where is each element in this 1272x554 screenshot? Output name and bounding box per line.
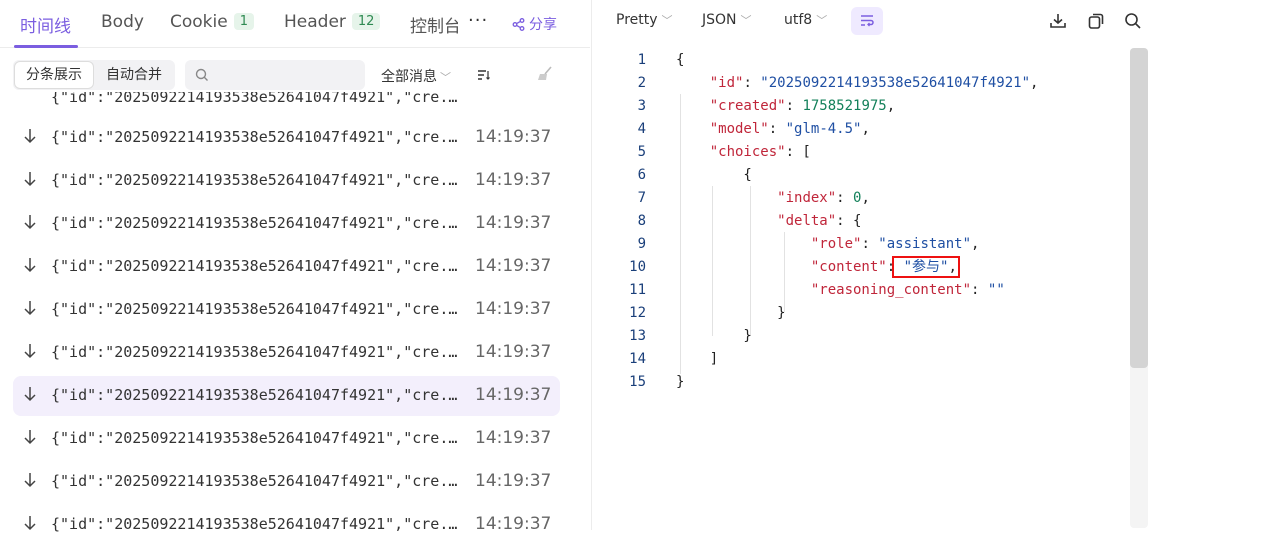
message-time: 14:19:37	[475, 471, 552, 491]
message-text: {"id":"2025092214193538e52641047f4921","…	[51, 92, 461, 106]
tab-body[interactable]: Body	[101, 12, 144, 32]
list-item[interactable]: {"id":"2025092214193538e52641047f4921","…	[13, 462, 560, 502]
chevron-down-icon: ﹀	[440, 71, 451, 84]
message-text: {"id":"2025092214193538e52641047f4921","…	[51, 343, 461, 361]
more-tabs-button[interactable]: ···	[468, 10, 488, 31]
wrap-lines-icon	[861, 15, 874, 27]
json-index-value: 0	[853, 190, 862, 206]
list-item[interactable]: {"id":"2025092214193538e52641047f4921","…	[13, 333, 560, 373]
search-box	[185, 60, 365, 90]
response-viewer: Pretty ﹀ JSON ﹀ utf8 ﹀ 1{ 2 "id": "20250922…	[592, 0, 1272, 554]
scrollbar-thumb[interactable]	[1130, 48, 1148, 368]
message-filter-select[interactable]: 全部消息 ﹀	[381, 66, 451, 86]
list-item[interactable]: {"id":"2025092214193538e52641047f4921","…	[13, 161, 560, 201]
arrow-down-icon	[24, 172, 36, 187]
tab-timeline[interactable]: 时间线	[20, 12, 71, 37]
arrow-down-icon	[24, 129, 36, 144]
list-item[interactable]: {"id":"2025092214193538e52641047f4921","…	[13, 204, 560, 244]
type-label: JSON	[702, 12, 737, 28]
clear-broom-icon[interactable]	[536, 66, 554, 82]
arrow-down-icon	[24, 301, 36, 316]
tab-bar: 时间线 Body Cookie 1 Header 12 控制台 ··· 分享	[0, 0, 590, 48]
timeline-toolbar: 分条展示 自动合并 全部消息 ﹀	[0, 56, 590, 92]
arrow-down-icon	[24, 387, 36, 402]
split-view-button[interactable]: 分条展示	[15, 62, 93, 88]
chevron-down-icon: ﹀	[661, 14, 673, 27]
encoding-label: utf8	[784, 12, 813, 28]
message-list: {"id":"2025092214193538e52641047f4921","…	[0, 92, 590, 532]
message-text: {"id":"2025092214193538e52641047f4921","…	[51, 128, 461, 146]
message-time: 14:19:37	[475, 213, 552, 233]
type-select[interactable]: JSON ﹀	[702, 12, 752, 28]
message-text: {"id":"2025092214193538e52641047f4921","…	[51, 472, 461, 490]
tab-header-label: Header	[284, 12, 346, 32]
timeline-panel: 时间线 Body Cookie 1 Header 12 控制台 ··· 分享 分条展…	[0, 0, 590, 554]
list-item[interactable]: {"id":"2025092214193538e52641047f4921","…	[13, 419, 560, 459]
arrow-down-icon	[24, 215, 36, 230]
search-icon[interactable]	[1124, 12, 1142, 30]
copy-icon[interactable]	[1087, 12, 1105, 30]
message-time: 14:19:37	[475, 127, 552, 147]
tab-console[interactable]: 控制台	[410, 12, 458, 37]
message-time: 14:19:37	[475, 342, 552, 362]
json-content-value: 参与	[912, 259, 941, 275]
message-text: {"id":"2025092214193538e52641047f4921","…	[51, 429, 461, 447]
json-code-view[interactable]: 1{ 2 "id": "2025092214193538e52641047f49…	[592, 48, 1132, 390]
format-label: Pretty	[616, 12, 658, 28]
search-icon	[195, 68, 208, 81]
active-tab-indicator	[14, 45, 78, 48]
auto-merge-button[interactable]: 自动合并	[95, 62, 173, 88]
message-text: {"id":"2025092214193538e52641047f4921","…	[51, 300, 461, 318]
message-text: {"id":"2025092214193538e52641047f4921","…	[51, 257, 461, 275]
json-id-value: 2025092214193538e52641047f4921	[768, 75, 1022, 91]
header-count-badge: 12	[351, 13, 381, 30]
list-item[interactable]: {"id":"2025092214193538e52641047f4921","…	[13, 505, 560, 532]
encoding-select[interactable]: utf8 ﹀	[784, 12, 827, 28]
arrow-down-icon	[24, 430, 36, 445]
format-select[interactable]: Pretty ﹀	[616, 12, 673, 28]
arrow-down-icon	[24, 516, 36, 531]
message-filter-label: 全部消息	[381, 69, 437, 85]
message-time: 14:19:37	[475, 299, 552, 319]
share-button[interactable]: 分享	[512, 14, 557, 34]
cookie-count-badge: 1	[233, 13, 254, 30]
arrow-down-icon	[24, 473, 36, 488]
message-text: {"id":"2025092214193538e52641047f4921","…	[51, 386, 461, 404]
view-mode-toggle: 分条展示 自动合并	[13, 60, 175, 90]
sort-icon[interactable]	[477, 69, 491, 81]
list-item[interactable]: {"id":"2025092214193538e52641047f4921","…	[13, 118, 560, 158]
message-text: {"id":"2025092214193538e52641047f4921","…	[51, 214, 461, 232]
highlighted-content: "参与",	[892, 256, 960, 278]
search-input[interactable]	[215, 64, 355, 86]
list-item[interactable]: {"id":"2025092214193538e52641047f4921","…	[13, 247, 560, 287]
list-item[interactable]: {"id":"2025092214193538e52641047f4921","…	[13, 290, 560, 330]
message-time: 14:19:37	[475, 256, 552, 276]
arrow-down-icon	[24, 258, 36, 273]
list-item[interactable]: {"id":"2025092214193538e52641047f4921","…	[13, 92, 560, 118]
message-text: {"id":"2025092214193538e52641047f4921","…	[51, 515, 461, 532]
message-time: 14:19:37	[475, 514, 552, 532]
message-time: 14:19:37	[475, 428, 552, 448]
chevron-down-icon: ﹀	[740, 14, 752, 27]
list-item-selected[interactable]: {"id":"2025092214193538e52641047f4921","…	[13, 376, 560, 416]
message-time: 14:19:37	[475, 170, 552, 190]
share-icon	[512, 18, 525, 31]
json-role-value: assistant	[886, 236, 963, 252]
tab-cookie-label: Cookie	[170, 12, 228, 32]
arrow-down-icon	[24, 344, 36, 359]
tab-header[interactable]: Header 12	[284, 12, 381, 32]
chevron-down-icon: ﹀	[816, 14, 828, 27]
download-icon[interactable]	[1049, 12, 1067, 30]
tab-cookie[interactable]: Cookie 1	[170, 12, 254, 32]
message-text: {"id":"2025092214193538e52641047f4921","…	[51, 171, 461, 189]
json-model-value: glm-4.5	[794, 121, 854, 137]
share-label: 分享	[529, 17, 557, 33]
json-created-value: 1758521975	[802, 98, 887, 114]
message-time: 14:19:37	[475, 385, 552, 405]
word-wrap-button[interactable]	[851, 7, 883, 35]
